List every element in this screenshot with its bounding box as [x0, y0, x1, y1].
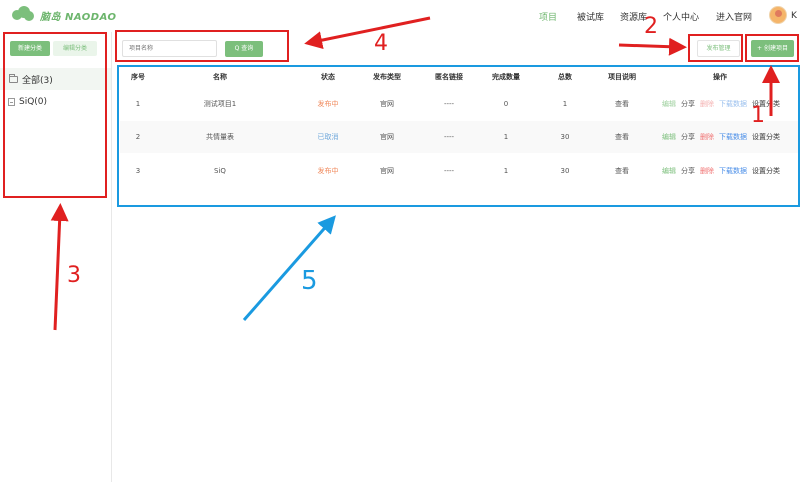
annotation-arrows	[50, 16, 780, 331]
app-page: 脑岛 NAODAO 项目 被试库 资源库 个人中心 进入官网 K 新建分类 编辑…	[0, 0, 806, 482]
annotation-label-1: 1	[751, 103, 765, 128]
annotation-label-3: 3	[67, 263, 81, 288]
arrow-3	[50, 203, 69, 331]
annotation-label-4: 4	[374, 31, 388, 56]
annotation-label-2: 2	[644, 14, 658, 39]
annotation-label-5: 5	[301, 266, 318, 296]
arrow-2	[618, 37, 687, 56]
arrow-4	[304, 16, 431, 50]
